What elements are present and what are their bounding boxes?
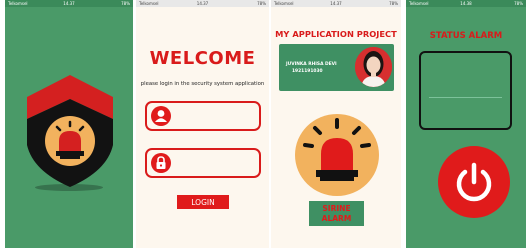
status-bar: Telkomsel 14.37 78%: [5, 0, 133, 7]
welcome-title: WELCOME: [149, 48, 256, 69]
battery-text: 78%: [389, 1, 398, 6]
sirine-alarm-button[interactable]: SIRINE ALARM: [309, 201, 364, 226]
power-icon: [456, 162, 492, 202]
login-screen: Telkomsel 14.37 78% WELCOME please login…: [136, 0, 269, 248]
username-field[interactable]: [145, 101, 261, 131]
siren-icon: [303, 118, 371, 181]
clock-text: 14.37: [330, 1, 342, 6]
profile-card: JUVINKA RHISA DEVI 1921191030: [279, 44, 394, 91]
status-alarm-title: STATUS ALARM: [429, 31, 503, 41]
student-id: 1921191030: [292, 69, 323, 74]
clock-text: 14.37: [196, 1, 209, 6]
password-field[interactable]: [145, 148, 261, 178]
carrier-text: Telkomsel: [274, 1, 294, 6]
carrier-text: Telkomsel: [409, 1, 429, 6]
clock-text: 14.37: [63, 1, 75, 6]
sirine-label-line1: SIRINE: [322, 203, 351, 213]
sirine-label-line2: ALARM: [321, 213, 352, 223]
avatar: [355, 47, 392, 87]
power-button[interactable]: [438, 146, 510, 218]
login-subtitle: please login in the security system appl…: [140, 81, 265, 87]
carrier-text: Telkomsel: [139, 1, 159, 6]
status-display: [419, 51, 512, 130]
status-bar: Telkomsel 14.37 78%: [271, 0, 401, 7]
carrier-text: Telkomsel: [8, 1, 28, 6]
user-icon: [151, 106, 171, 126]
project-title: MY APPLICATION PROJECT: [275, 29, 397, 39]
clock-text: 14.38: [460, 1, 472, 6]
lock-icon: [151, 153, 171, 173]
username-input[interactable]: [175, 107, 259, 127]
student-name: JUVINKA RHISA DEVI: [286, 62, 337, 67]
battery-text: 78%: [257, 1, 266, 6]
status-bar: Telkomsel 14.37 78%: [136, 0, 269, 7]
splash-screen: Telkomsel 14.37 78%: [5, 0, 133, 248]
alarm-shield-icon: [27, 75, 113, 187]
status-bar: Telkomsel 14.38 78%: [406, 0, 526, 7]
status-divider: [429, 97, 502, 98]
password-input[interactable]: [175, 154, 259, 174]
login-button[interactable]: LOGIN: [177, 195, 229, 209]
battery-text: 78%: [121, 1, 130, 6]
project-screen: Telkomsel 14.37 78% MY APPLICATION PROJE…: [271, 0, 401, 248]
status-screen: Telkomsel 14.38 78% STATUS ALARM: [406, 0, 526, 248]
battery-text: 78%: [514, 1, 523, 6]
